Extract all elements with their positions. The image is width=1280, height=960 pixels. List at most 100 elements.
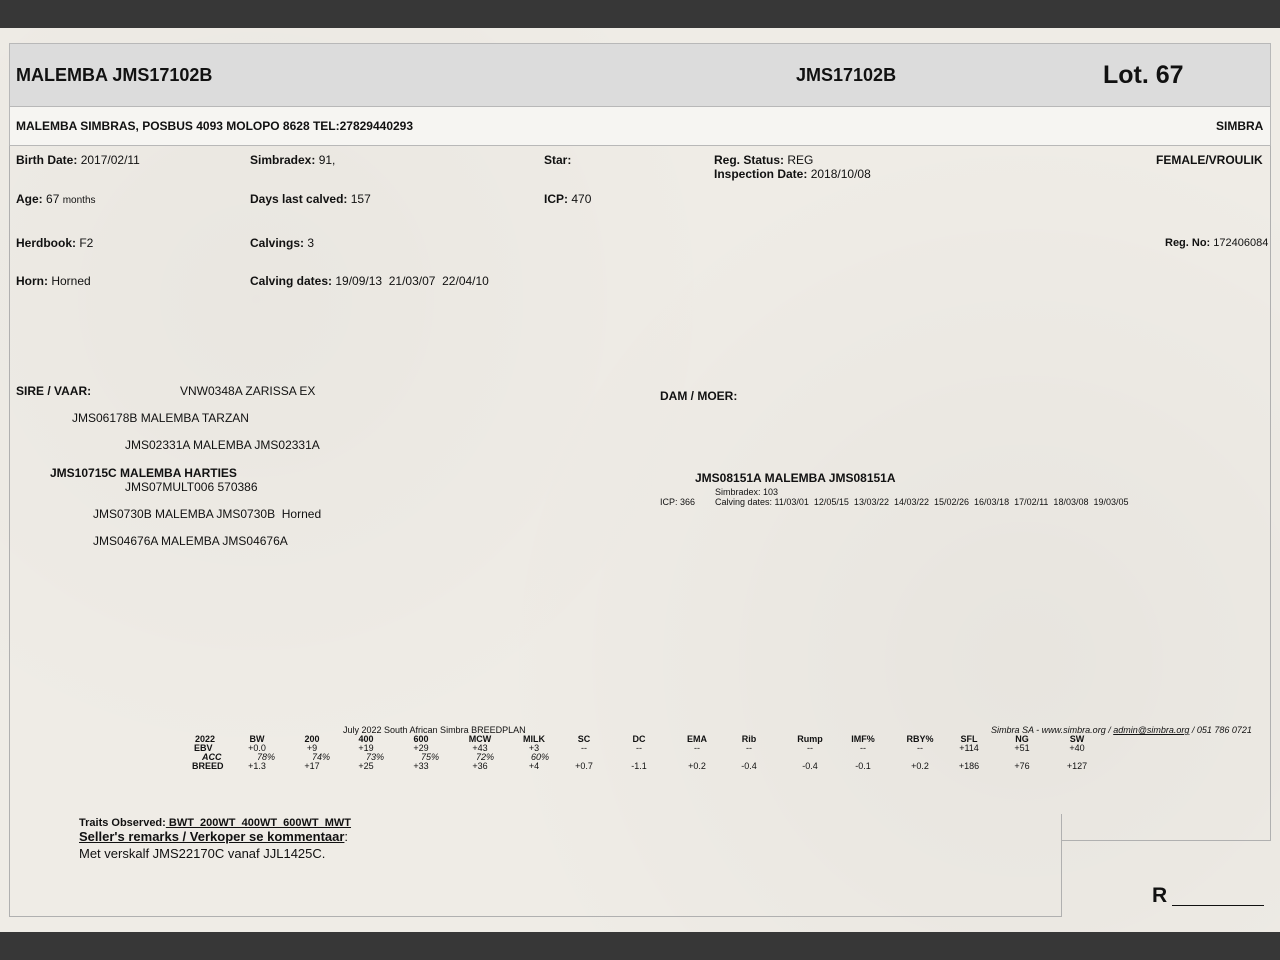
reg-no: Reg. No: 172406084 [1165,237,1268,249]
price-box-top [1061,840,1271,841]
reg-no-label: Reg. No: [1165,237,1211,249]
seller-remarks-colon: : [344,829,349,844]
birth-date-label: Birth Date: [16,153,78,167]
ebv-value: -- [746,743,752,753]
icp: ICP: 470 [544,192,591,206]
calving-dates-label: Calving dates: [250,274,333,288]
bottom-bar [0,932,1280,960]
age-unit: months [62,195,96,206]
breed-value: +76 [1014,761,1030,771]
reg-no-value: 172406084 [1213,237,1269,249]
age: Age: 67 months [16,192,96,206]
sire-name: JMS10715C MALEMBA HARTIES [50,466,237,480]
dam-label: DAM / MOER: [660,389,738,403]
reg-status-value: REG [787,153,814,167]
lot-number: Lot. 67 [1103,61,1184,89]
reg-status-label: Reg. Status: [714,153,785,167]
seller-remarks-label: Seller's remarks / Verkoper se kommentaa… [79,829,345,844]
traits-label: Traits Observed: [79,817,166,829]
sex: FEMALE/VROULIK [1156,153,1263,167]
days-calved-label: Days last calved: [250,192,348,206]
calving-dates-value: 19/09/13 21/03/07 22/04/10 [335,274,489,288]
contact-email-link[interactable]: admin@simbra.org [1113,725,1189,735]
breed-value: +127 [1066,761,1088,771]
horn: Horn: Horned [16,274,91,288]
simbradex-label: Simbradex: [250,153,316,167]
frame-right [1270,146,1271,841]
breed-value: -1.1 [631,761,647,771]
breed-value: +0.2 [911,761,929,771]
breed-value: +17 [304,761,320,771]
horn-value: Horned [51,274,91,288]
days-last-calved: Days last calved: 157 [250,192,371,206]
birth-date: Birth Date: 2017/02/11 [16,153,140,167]
inspection-label: Inspection Date: [714,167,808,181]
inspection-date: Inspection Date: 2018/10/08 [714,167,871,181]
simbradex: Simbradex: 91, [250,153,335,167]
herdbook: Herdbook: F2 [16,236,93,250]
sire-dam: JMS04676A MALEMBA JMS04676A [93,534,288,548]
seller-remarks-heading: Seller's remarks / Verkoper se kommentaa… [79,829,348,844]
herdbook-label: Herdbook: [16,236,76,250]
icp-label: ICP: [544,192,568,206]
breed-value: +36 [472,761,488,771]
ebv-value: -- [581,743,587,753]
breed-value: -0.4 [802,761,818,771]
breed-value: +25 [358,761,374,771]
inspection-value: 2018/10/08 [810,167,871,181]
birth-date-value: 2017/02/11 [80,153,140,167]
breed-value: +1.3 [248,761,266,771]
dam-simbradex: Simbradex: 103 [715,487,779,497]
ebv-value: -- [694,743,700,753]
sire-sire-sire: VNW0348A ZARISSA EX [180,384,316,398]
calving-dates: Calving dates: 19/09/13 21/03/07 22/04/1… [250,274,489,288]
breed-value: -0.1 [855,761,871,771]
breed-name: SIMBRA [1216,119,1264,133]
ebv-value: +40 [1069,743,1085,753]
herdbook-value: F2 [79,236,94,250]
ebv-value: -- [807,743,813,753]
breed-value: +186 [958,761,980,771]
price-box-left [1061,814,1062,917]
traits-list: BWT 200WT 400WT 600WT MWT [165,817,352,829]
ebv-value: -- [636,743,642,753]
horn-label: Horn: [16,274,48,288]
age-value: 67 [46,192,60,206]
breeder-address: MALEMBA SIMBRAS, POSBUS 4093 MOLOPO 8628… [16,119,414,133]
sire-sire: JMS06178B MALEMBA TARZAN [72,411,249,425]
breedplan-contact: Simbra SA - www.simbra.org / admin@simbr… [991,725,1252,735]
traits-observed: Traits Observed: BWT 200WT 400WT 600WT M… [79,817,351,829]
animal-title: MALEMBA JMS17102B [16,65,213,85]
calvings-label: Calvings: [250,236,305,250]
ebv-value: -- [917,743,923,753]
sire-label: SIRE / VAAR: [16,384,92,398]
top-bar [0,0,1280,28]
price-entry-line[interactable] [1172,905,1264,906]
ebv-value: +51 [1014,743,1030,753]
contact-suffix: / 051 786 0721 [1189,725,1252,735]
seller-remarks-text: Met verskalf JMS22170C vanaf JJL1425C. [79,846,326,861]
breed-value: +33 [413,761,429,771]
dam-icp: ICP: 366 [660,497,696,507]
breed-label: BREED [192,761,224,771]
sire-sire-dam: JMS02331A MALEMBA JMS02331A [125,438,320,452]
breed-value: +4 [528,761,540,771]
breed-value: +0.2 [688,761,706,771]
breed-value: +0.7 [575,761,593,771]
calvings-value: 3 [307,236,315,250]
calvings: Calvings: 3 [250,236,314,250]
price-label: R [1152,884,1168,907]
simbradex-value: 91, [318,153,336,167]
reg-status: Reg. Status: REG [714,153,813,167]
contact-prefix: Simbra SA - www.simbra.org / [991,725,1114,735]
breed-value: -0.4 [741,761,757,771]
sire-extra: JMS07MULT006 570386 [125,480,258,494]
dam-name: JMS08151A MALEMBA JMS08151A [695,471,896,485]
ebv-value: -- [860,743,866,753]
days-calved-value: 157 [350,192,371,206]
age-label: Age: [16,192,43,206]
dam-calving-dates: Calving dates: 11/03/01 12/05/15 13/03/2… [715,497,1129,507]
icp-value: 470 [571,192,592,206]
sire-dam-sire: JMS0730B MALEMBA JMS0730B Horned [93,507,322,521]
animal-id: JMS17102B [796,65,897,85]
